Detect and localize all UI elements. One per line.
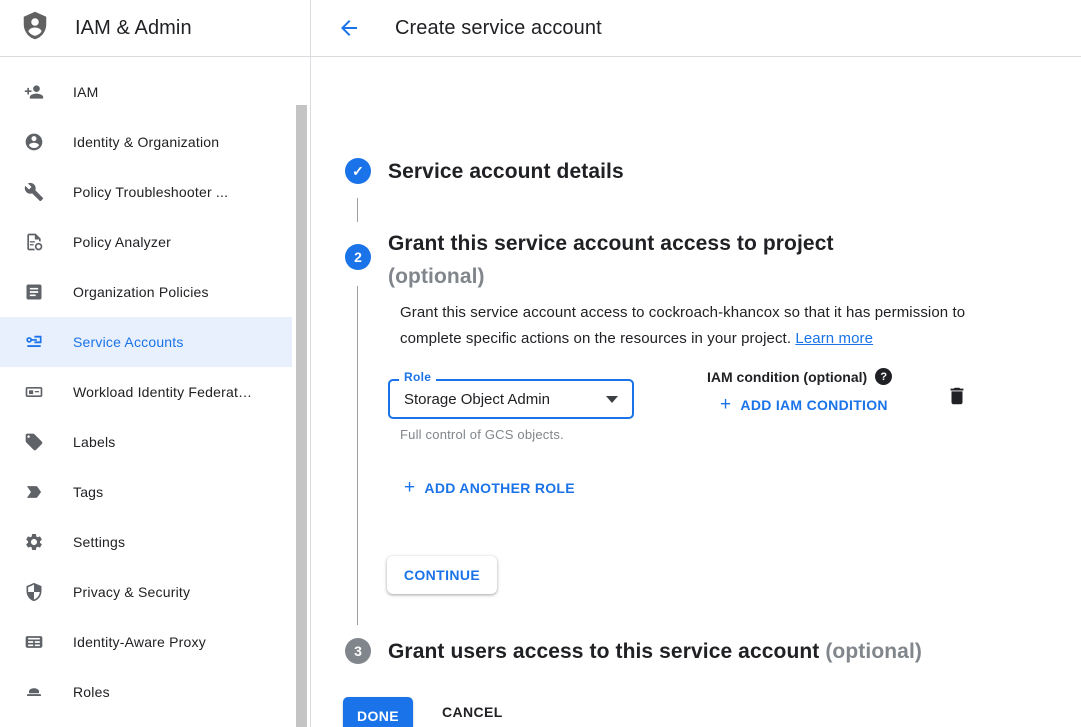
step2-optional-label: (optional) [388,265,485,288]
sidebar-item-privacy-security[interactable]: Privacy & Security [0,567,292,617]
step3-optional-label: (optional) [825,640,922,663]
sidebar-item-label: Service Accounts [73,334,184,350]
sidebar-item-policy-analyzer[interactable]: Policy Analyzer [0,217,292,267]
document-icon [24,282,44,302]
step3-number-circle: 3 [345,638,371,664]
sidebar-item-label: Policy Analyzer [73,234,171,250]
step2-number: 2 [354,249,362,265]
gear-icon [24,532,44,552]
role-select[interactable]: Role Storage Object Admin [388,379,634,419]
role-helper-text: Full control of GCS objects. [400,427,564,442]
iam-admin-shield-logo-icon [20,9,50,47]
page-title: Create service account [395,17,602,40]
step2-description: Grant this service account access to coc… [400,300,1000,352]
sidebar-item-policy-troubleshooter[interactable]: Policy Troubleshooter ... [0,167,292,217]
trash-icon [946,396,968,411]
add-iam-condition-button[interactable]: + ADD IAM CONDITION [720,397,888,413]
sidebar-item-label: Labels [73,434,115,450]
cancel-button[interactable]: CANCEL [442,704,503,720]
create-service-account-form: ✓ Service account details 2 Grant this s… [311,57,1081,727]
done-button[interactable]: DONE [343,697,413,727]
role-field-label: Role [399,370,436,384]
iam-condition-label: IAM condition (optional) [707,369,867,385]
add-another-role-button[interactable]: + ADD ANOTHER ROLE [404,480,575,496]
delete-role-button[interactable] [946,384,968,411]
sidebar-header: IAM & Admin [0,0,311,57]
iam-condition-label-row: IAM condition (optional) ? [707,368,892,385]
step3-number: 3 [354,643,362,659]
sidebar-item-label: Workload Identity Federat… [73,384,252,400]
sidebar-item-label: Roles [73,684,110,700]
proxy-icon [24,632,44,652]
check-icon: ✓ [352,163,364,180]
plus-icon: + [720,398,731,412]
tag-icon [24,482,44,502]
continue-button[interactable]: CONTINUE [387,556,497,594]
sidebar-nav: IAM Identity & Organization Policy Troub… [0,57,311,727]
sidebar-item-label: Policy Troubleshooter ... [73,184,228,200]
service-account-key-icon [24,332,44,352]
sidebar-item-label: Settings [73,534,125,550]
learn-more-link[interactable]: Learn more [795,330,873,347]
sidebar-item-roles[interactable]: Roles [0,667,292,717]
step2-number-circle: 2 [345,244,371,270]
badge-icon [24,382,44,402]
roles-hat-icon [24,682,44,702]
sidebar-item-iam[interactable]: IAM [0,67,292,117]
stepper-connector-line [357,198,358,222]
account-circle-icon [24,132,44,152]
stepper-connector-line [357,286,358,625]
sidebar-item-workload-identity-federation[interactable]: Workload Identity Federat… [0,367,292,417]
policy-analyzer-icon [24,232,44,252]
help-glyph: ? [880,371,887,383]
step2-title: Grant this service account access to pro… [388,227,834,293]
sidebar-item-label: Tags [73,484,103,500]
label-icon [24,432,44,452]
step2-title-text: Grant this service account access to pro… [388,232,834,255]
sidebar-item-tags[interactable]: Tags [0,467,292,517]
role-field: Role Storage Object Admin [388,379,634,419]
person-add-icon [24,82,44,102]
step1-title: Service account details [388,160,624,184]
sidebar-item-label: Organization Policies [73,284,209,300]
add-another-role-label: ADD ANOTHER ROLE [424,480,575,496]
add-iam-condition-label: ADD IAM CONDITION [740,397,887,413]
sidebar-item-labels[interactable]: Labels [0,417,292,467]
sidebar-item-label: Identity-Aware Proxy [73,634,206,650]
sidebar-item-identity-aware-proxy[interactable]: Identity-Aware Proxy [0,617,292,667]
sidebar-item-identity-organization[interactable]: Identity & Organization [0,117,292,167]
dropdown-caret-icon [606,396,618,403]
help-icon[interactable]: ? [875,368,892,385]
app-title: IAM & Admin [75,17,192,40]
step3-title: Grant users access to this service accou… [388,640,922,664]
wrench-icon [24,182,44,202]
shield-half-icon [24,582,44,602]
step1-check-circle: ✓ [345,158,371,184]
sidebar-item-settings[interactable]: Settings [0,517,292,567]
sidebar-item-label: Privacy & Security [73,584,190,600]
role-selected-value: Storage Object Admin [404,391,550,408]
step2-description-text: Grant this service account access to coc… [400,304,965,347]
plus-icon: + [404,481,415,495]
back-arrow-icon[interactable] [336,15,362,41]
sidebar-item-label: IAM [73,84,99,100]
sidebar-item-label: Identity & Organization [73,134,219,150]
step3-title-text: Grant users access to this service accou… [388,640,819,663]
sidebar-item-service-accounts[interactable]: Service Accounts [0,317,292,367]
sidebar-scrollbar[interactable] [296,105,307,727]
page-header: Create service account [311,0,1081,57]
sidebar-item-organization-policies[interactable]: Organization Policies [0,267,292,317]
app-window: IAM & Admin Create service account IAM I… [0,0,1081,727]
